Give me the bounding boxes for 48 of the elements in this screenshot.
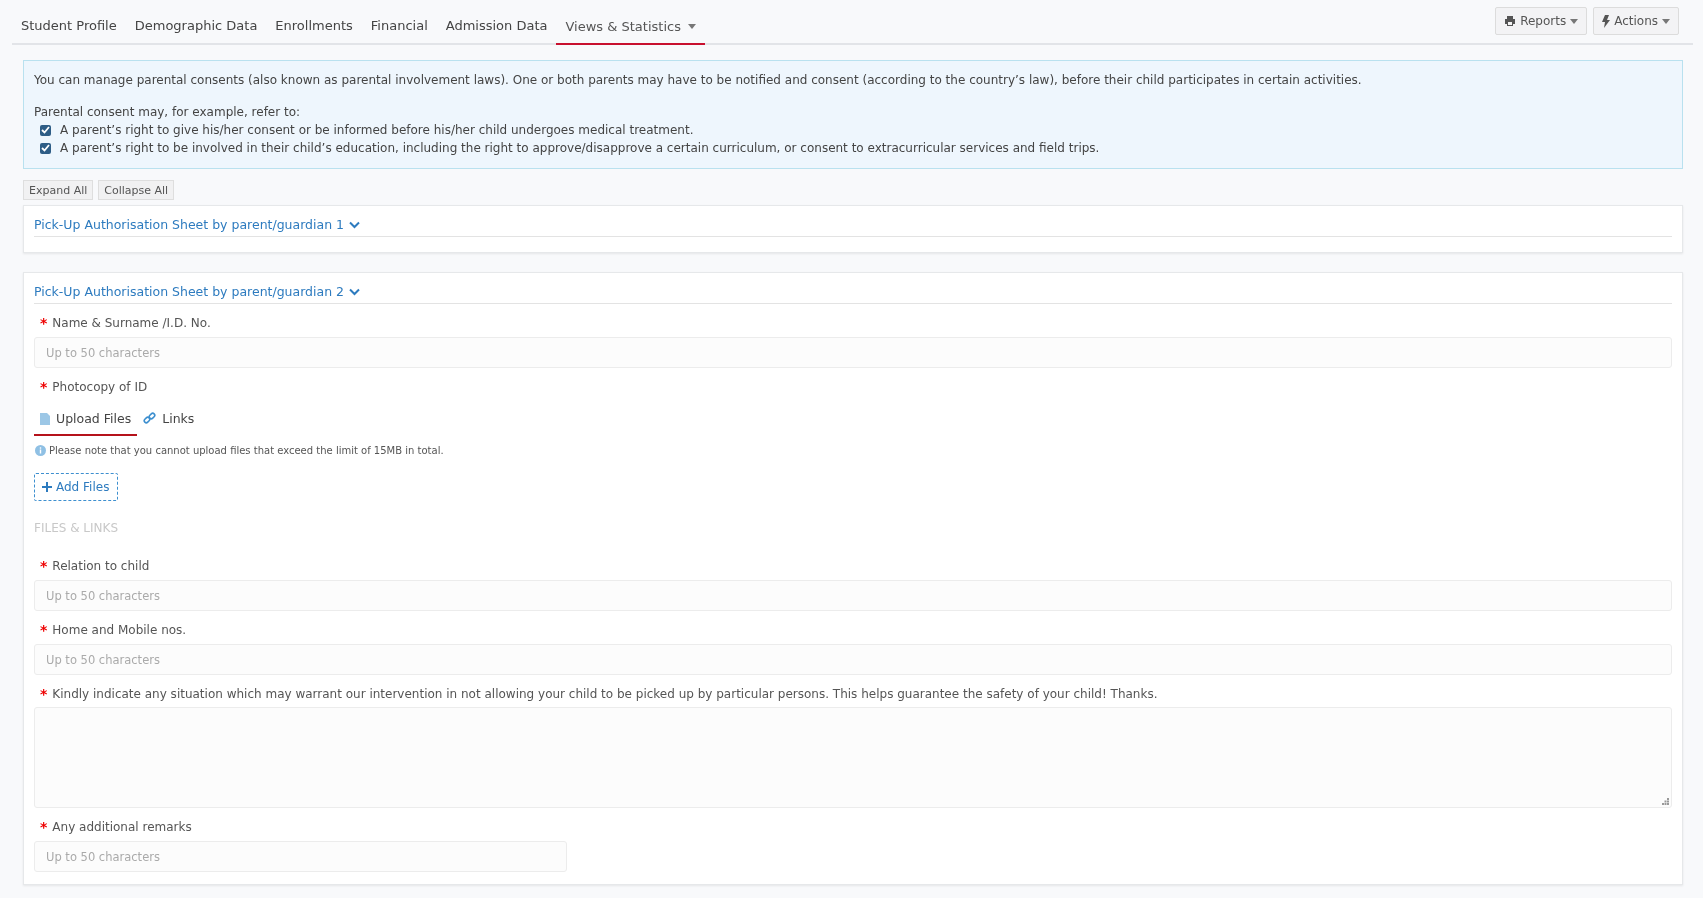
expand-all-button[interactable]: Expand All bbox=[23, 180, 94, 200]
caret-icon bbox=[1570, 18, 1579, 24]
add-files-button[interactable]: Add Files bbox=[34, 473, 119, 501]
field-label: Kindly indicate any situation which may warrant our intervention in not allowing your child to be picked up by particular persons. This helps guarantee the safety of your child! Thanks. bbox=[52, 686, 1158, 701]
required-asterisk: * bbox=[40, 818, 48, 835]
actions-button[interactable]: Actions bbox=[1593, 7, 1679, 35]
consent-item: A parent’s right to give his/her consent or be informed before his/her child undergoes medical treatment. bbox=[60, 122, 694, 139]
list-heading: Parental consent may, for example, refer to: bbox=[34, 104, 302, 121]
upload-tab[interactable]: Upload Files bbox=[34, 406, 138, 436]
section-header[interactable]: Pick-Up Authorisation Sheet by parent/guardian 2 bbox=[34, 284, 1672, 304]
nav-tab[interactable]: Enrollments bbox=[266, 18, 362, 45]
printer-icon bbox=[1504, 15, 1517, 27]
info-text: You can manage parental consents (also known as parental involvement laws). One or both parents may have to be notified and consent (according to the country’s law), before their child participates in certain activities. bbox=[34, 72, 1363, 89]
nav-tab[interactable]: Student Profile bbox=[12, 18, 126, 45]
nav-tab[interactable]: Admission Data bbox=[436, 18, 557, 45]
required-asterisk: * bbox=[40, 314, 48, 331]
required-asterisk: * bbox=[40, 685, 48, 702]
nav-tab[interactable]: Demographic Data bbox=[125, 18, 267, 45]
document-icon bbox=[40, 412, 50, 425]
collapse-all-button[interactable]: Collapse All bbox=[98, 180, 175, 200]
info-icon bbox=[35, 445, 46, 456]
upload-note: Please note that you cannot upload files that exceed the limit of 15MB in total. bbox=[49, 445, 444, 456]
upload-tab[interactable]: Links bbox=[137, 406, 201, 436]
required-asterisk: * bbox=[40, 378, 48, 395]
nav-tab[interactable]: Views & Statistics bbox=[556, 19, 705, 45]
text-input[interactable]: Up to 50 characters bbox=[34, 644, 1672, 675]
checkbox[interactable] bbox=[40, 142, 51, 154]
text-input[interactable]: Up to 50 characters bbox=[34, 841, 567, 872]
text-input[interactable]: Up to 50 characters bbox=[34, 580, 1672, 611]
reports-button[interactable]: Reports bbox=[1495, 7, 1588, 35]
field-label: Any additional remarks bbox=[52, 819, 192, 834]
resize-handle-icon[interactable] bbox=[1662, 798, 1669, 805]
required-asterisk: * bbox=[40, 557, 48, 574]
link-icon bbox=[143, 412, 157, 425]
field-label: Photocopy of ID bbox=[52, 379, 148, 394]
text-input[interactable]: Up to 50 characters bbox=[34, 337, 1672, 368]
chevron-down-icon bbox=[349, 220, 361, 229]
field-label: Name & Surname /I.D. No. bbox=[52, 315, 211, 330]
field-label: Relation to child bbox=[52, 558, 150, 573]
field-label: Home and Mobile nos. bbox=[52, 622, 187, 637]
chevron-down-icon bbox=[349, 287, 361, 296]
nav-tab[interactable]: Financial bbox=[361, 18, 437, 45]
caret-icon bbox=[1662, 18, 1670, 24]
consent-item: A parent’s right to be involved in their child’s education, including the right to approve/disapprove a certain curriculum, or consent to extracurricular services and field trips. bbox=[60, 140, 1100, 157]
plus-icon bbox=[42, 482, 52, 492]
checkbox[interactable] bbox=[40, 124, 51, 136]
lightning-bolt-icon bbox=[1602, 14, 1611, 28]
required-asterisk: * bbox=[40, 621, 48, 638]
